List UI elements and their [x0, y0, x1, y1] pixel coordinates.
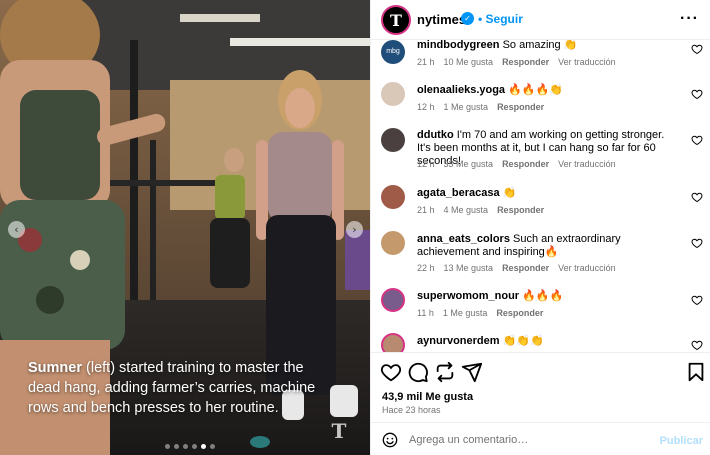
comment-likes[interactable]: 1 Me gusta	[444, 102, 489, 112]
comment-meta: 21 h 10 Me gusta Responder Ver traducción	[417, 57, 625, 67]
comment-like-heart-icon[interactable]	[691, 134, 703, 146]
comment-time: 12 h	[417, 159, 435, 169]
post-actions-bar: 43,9 mil Me gusta Hace 23 horas	[371, 352, 710, 422]
comment-meta: 22 h 13 Me gusta Responder Ver traducción	[417, 263, 625, 273]
slide-dot-active	[201, 444, 206, 449]
comment-text: mindbodygreen So amazing 👏	[417, 40, 679, 52]
comment-time: 22 h	[417, 263, 435, 273]
slide-dot	[210, 444, 215, 449]
comment-like-heart-icon[interactable]	[691, 294, 703, 306]
comment-username[interactable]: agata_beracasa	[417, 187, 500, 199]
comment-text: anna_eats_colors Such an extraordinary a…	[417, 233, 679, 259]
post-timestamp: Hace 23 horas	[382, 405, 441, 415]
comment-text: superwomom_nour 🔥🔥🔥	[417, 290, 679, 303]
comment-body: 👏	[502, 187, 517, 199]
comment-username[interactable]: mindbodygreen	[417, 40, 500, 51]
post-side-panel: T nytimes ✓ • Seguir ··· mbg mindbodygre…	[370, 0, 710, 455]
publish-button[interactable]: Publicar	[660, 435, 703, 447]
comment-body: So amazing 👏	[502, 40, 578, 51]
commenter-avatar[interactable]	[381, 333, 405, 352]
comment-like-heart-icon[interactable]	[691, 43, 703, 55]
comment-username[interactable]: aynurvonerdem	[417, 335, 500, 347]
comment-like-heart-icon[interactable]	[691, 88, 703, 100]
send-icon[interactable]	[461, 361, 483, 383]
likes-count[interactable]: 43,9 mil Me gusta	[382, 391, 473, 403]
comment-username[interactable]: anna_eats_colors	[417, 233, 510, 245]
translate-link[interactable]: Ver traducción	[558, 263, 616, 273]
comment-likes[interactable]: 33 Me gusta	[444, 159, 494, 169]
comment-likes[interactable]: 4 Me gusta	[444, 205, 489, 215]
caption-name: Sumner	[28, 360, 82, 376]
comment-like-heart-icon[interactable]	[691, 237, 703, 249]
comment-body: 👏👏👏	[502, 335, 544, 347]
author-avatar[interactable]: T	[381, 5, 411, 35]
commenter-avatar[interactable]	[381, 82, 405, 106]
comment-time: 21 h	[417, 205, 435, 215]
translate-link[interactable]: Ver traducción	[558, 159, 616, 169]
comment-username[interactable]: superwomom_nour	[417, 290, 519, 302]
repost-icon[interactable]	[434, 361, 456, 383]
comment-likes[interactable]: 1 Me gusta	[443, 308, 488, 318]
comment-body: 🔥🔥🔥👏	[508, 84, 563, 96]
verified-badge-icon: ✓	[461, 12, 474, 25]
comment-meta: 11 h 1 Me gusta Responder	[417, 308, 552, 318]
comment-meta: 21 h 4 Me gusta Responder	[417, 205, 553, 215]
commenter-avatar[interactable]	[381, 128, 405, 152]
reply-button[interactable]: Responder	[497, 205, 544, 215]
comment-meta: 12 h 33 Me gusta Responder Ver traducción	[417, 159, 625, 169]
commenter-avatar[interactable]	[381, 231, 405, 255]
slide-indicator	[165, 444, 215, 449]
post-header: T nytimes ✓ • Seguir ···	[371, 0, 710, 40]
commenter-avatar[interactable]: mbg	[381, 40, 405, 64]
slide-dot	[192, 444, 197, 449]
comment-composer: Publicar	[371, 422, 710, 455]
comment-time: 11 h	[417, 308, 434, 318]
comment-time: 21 h	[417, 57, 435, 67]
comment-text: olenaalieks.yoga 🔥🔥🔥👏	[417, 84, 679, 97]
reply-button[interactable]: Responder	[502, 263, 549, 273]
nyt-watermark-icon: T	[331, 419, 347, 443]
comment-text: agata_beracasa 👏	[417, 187, 679, 200]
previous-slide-button[interactable]: ‹	[8, 221, 25, 238]
more-options-icon[interactable]: ···	[680, 10, 699, 28]
separator-dot: •	[478, 12, 486, 26]
slide-dot	[165, 444, 170, 449]
comment-icon[interactable]	[407, 361, 429, 383]
photo-caption: Sumner (left) started training to master…	[28, 358, 328, 418]
commenter-avatar[interactable]	[381, 288, 405, 312]
commenter-avatar[interactable]	[381, 185, 405, 209]
slide-dot	[183, 444, 188, 449]
comment-likes[interactable]: 10 Me gusta	[444, 57, 494, 67]
comments-list[interactable]: mbg mindbodygreen So amazing 👏 21 h 10 Me…	[371, 40, 710, 352]
heart-icon[interactable]	[380, 361, 402, 383]
next-slide-button[interactable]: ›	[346, 221, 363, 238]
translate-link[interactable]: Ver traducción	[558, 57, 616, 67]
comment-like-heart-icon[interactable]	[691, 339, 703, 351]
comment-input[interactable]	[409, 431, 629, 449]
reply-button[interactable]: Responder	[496, 308, 543, 318]
comment-text: aynurvonerdem 👏👏👏	[417, 335, 679, 348]
reply-button[interactable]: Responder	[502, 159, 549, 169]
comment-username[interactable]: olenaalieks.yoga	[417, 84, 505, 96]
comment-body: 🔥🔥🔥	[522, 290, 564, 302]
reply-button[interactable]: Responder	[502, 57, 549, 67]
follow-label: Seguir	[485, 12, 523, 26]
emoji-icon[interactable]	[382, 432, 398, 448]
author-username[interactable]: nytimes	[417, 12, 466, 27]
comment-like-heart-icon[interactable]	[691, 191, 703, 203]
comment-username[interactable]: ddutko	[417, 129, 454, 141]
comment-time: 12 h	[417, 102, 435, 112]
slide-dot	[174, 444, 179, 449]
follow-button[interactable]: • Seguir	[478, 12, 523, 26]
bookmark-icon[interactable]	[685, 361, 707, 383]
post-media[interactable]: ‹ › Sumner (left) started training to ma…	[0, 0, 370, 455]
comment-likes[interactable]: 13 Me gusta	[444, 263, 494, 273]
reply-button[interactable]: Responder	[497, 102, 544, 112]
comment-meta: 12 h 1 Me gusta Responder	[417, 102, 553, 112]
